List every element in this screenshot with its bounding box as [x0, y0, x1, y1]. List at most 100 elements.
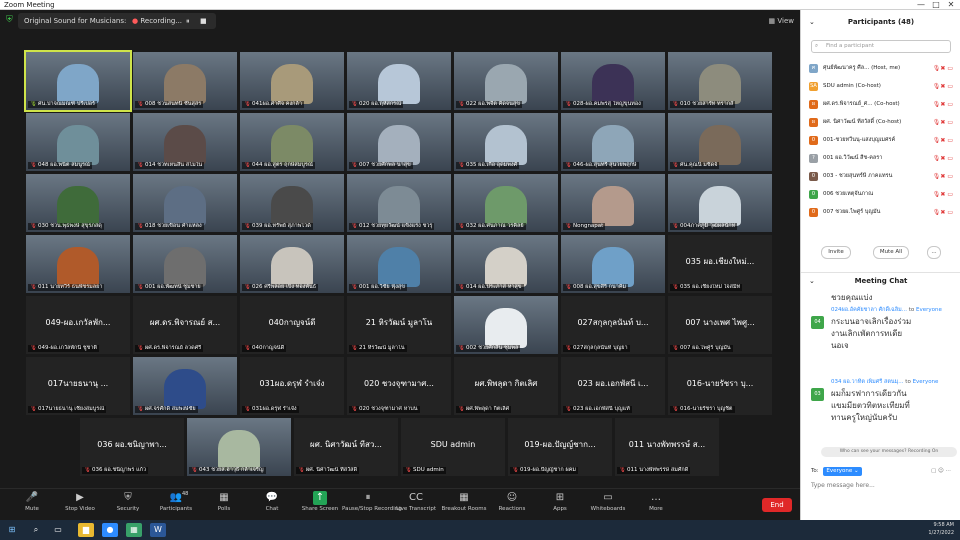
- participant-row[interactable]: 0 001-ชวยทวีนนุ-แสงบุญเมศรค์ 🎙✖ ▭: [809, 134, 953, 147]
- video-tile[interactable]: ผศ.ดร.พิจารณย์ ส... 🎙ผศ.ดร.พิจารณย์ ลวดศร…: [133, 296, 237, 354]
- video-tile[interactable]: 🎙002 ชวยศักสิน ชุมพล: [454, 296, 558, 354]
- video-tile[interactable]: 🎙018 ชวยเขื่อน คำแหลง: [133, 174, 237, 232]
- participant-row[interactable]: 0 003 - ชวยสุนทร์ษี ภาคแทรน 🎙✖ ▭: [809, 170, 953, 183]
- reactions-button[interactable]: ☺ Reactions: [486, 491, 538, 519]
- video-tile[interactable]: ผศ.พิพลุดา กิตเลิศ 🎙ผศ.พิพลุดา กิตเลิศ: [454, 357, 558, 415]
- video-tile[interactable]: 017นายธนานุ ... 🎙017นายธนานุ เชียงสมบูรณ์: [26, 357, 130, 415]
- video-tile[interactable]: 🎙028-ผอ.คมพรสุ ใหญ่ขุนทอง: [561, 52, 665, 110]
- system-clock[interactable]: 9:58 AM 1/27/2022: [928, 521, 954, 537]
- video-tile[interactable]: 🎙001 ผอ.พัฒทน์ ชูมชาย: [133, 235, 237, 293]
- video-tile[interactable]: 🎙008 ผอ.สุขสิริ กนาคิม: [561, 235, 665, 293]
- video-tile[interactable]: 🎙011 นายทวีร์ ธนพัชรมลยา: [26, 235, 130, 293]
- stop-video-button[interactable]: ▶ Stop Video: [54, 491, 106, 519]
- video-tile[interactable]: 027สกุลกุลนันท์ บ... 🎙027สกุลกุลนันท์ บุญ…: [561, 296, 665, 354]
- mute-button[interactable]: 🎤 Mute: [6, 491, 58, 519]
- video-tile[interactable]: 🎙039 ผอ.ทรัพย์ สุภาพไวด์: [240, 174, 344, 232]
- video-tile[interactable]: 🎙012 ชวยทุยวัฒน์ แข็งแรง ชวรุ: [347, 174, 451, 232]
- mic-and-video-off-icon[interactable]: 🎙✖ ▭: [933, 98, 953, 111]
- video-tile[interactable]: 035 ผอ.เชี่ยงใหม่... 🎙035 ผอ.เชี่ยงใหม่ ใ…: [668, 235, 772, 293]
- video-tile[interactable]: 🎙004ภาคภูมิ วุฒิผลนักท: [668, 174, 772, 232]
- pause-recording-icon[interactable]: ⏸: [186, 13, 190, 29]
- view-button[interactable]: ▦ View: [769, 14, 794, 28]
- video-tile[interactable]: 🎙Nongnapat: [561, 174, 665, 232]
- video-tile[interactable]: 011 นางพัทพรรษ์ ส... 🎙011 นางพัทพรรษ์ สมศ…: [615, 418, 719, 476]
- stop-recording-icon[interactable]: ■: [200, 13, 207, 29]
- mic-and-video-off-icon[interactable]: 🎙✖ ▭: [933, 152, 953, 165]
- close-button[interactable]: ✕: [944, 0, 958, 10]
- video-tile[interactable]: 040กาญจน์ดี 🎙040กาญจน์ดี: [240, 296, 344, 354]
- chat-message-input[interactable]: [811, 479, 951, 491]
- video-tile[interactable]: 🎙041ผอ.ศาศิจ คงกล้า: [240, 52, 344, 110]
- video-tile[interactable]: 🎙044 ผอ.สูตร ฤกษ์สมบูรณ์: [240, 113, 344, 171]
- video-tile[interactable]: 🎙ศน.คุณนิ มชิดจ์: [668, 113, 772, 171]
- app-icon[interactable]: ▦: [126, 523, 142, 537]
- mute-all-button[interactable]: Mute All: [873, 246, 909, 259]
- video-tile[interactable]: 🎙048 ผอ.พนิต สมนูรณ์: [26, 113, 130, 171]
- video-tile[interactable]: 007 นางเพศ ไพศู... 🎙007 ผอ.ไพศูร์ บุญมัน: [668, 296, 772, 354]
- shield-icon[interactable]: ⛨: [6, 15, 13, 25]
- share-screen-button[interactable]: ↑ Share Screen: [294, 491, 346, 519]
- video-tile[interactable]: 🎙026 ศรีพลอย เป็ง ทองพันธ์: [240, 235, 344, 293]
- breakout-rooms-button[interactable]: ▦ Breakout Rooms: [438, 491, 490, 519]
- chat-privacy-notice[interactable]: Who can see your messages? Recording On: [821, 447, 957, 457]
- participant-search-input[interactable]: ⌕ Find a participant: [811, 40, 951, 53]
- participant-row[interactable]: ศ ศุนย์พัฒนาครู ศีล... (Host, me) 🎙✖ ▭: [809, 62, 953, 75]
- recording-button[interactable]: ⏸ Pause/Stop Recording: [342, 491, 402, 519]
- video-tile[interactable]: 🎙ศน.ปาจณมณฑ์ ปรีเปอร์: [24, 50, 132, 112]
- chevron-down-icon[interactable]: ⌄: [809, 273, 815, 289]
- video-tile[interactable]: 🎙010 ชวยสารัท ทรากส์: [668, 52, 772, 110]
- participant-row[interactable]: SA SDU admin (Co-host) 🎙✖ ▭: [809, 80, 953, 93]
- apps-button[interactable]: ⊞ Apps: [534, 491, 586, 519]
- video-tile[interactable]: 🎙001 ผอ.วิชัย ฟุ้งสุข: [347, 235, 451, 293]
- file-explorer-icon[interactable]: ▆: [78, 523, 94, 537]
- mic-and-video-off-icon[interactable]: 🎙✖ ▭: [933, 188, 953, 201]
- end-meeting-button[interactable]: End: [762, 498, 792, 512]
- video-tile[interactable]: ผศ. นิศาวัฒน์ ทีสว... 🎙ผศ. นิศาวัฒน์ ทีสว…: [294, 418, 398, 476]
- more-options-button[interactable]: ...: [927, 246, 941, 259]
- video-tile[interactable]: 🎙046-ผอ.สุนทรี สุนวยพฤกษ์: [561, 113, 665, 171]
- chevron-down-icon[interactable]: ⌄: [809, 10, 815, 34]
- zoom-app-icon[interactable]: ●: [102, 523, 118, 537]
- video-tile[interactable]: 🎙ผศ.จรศักดิ์ สมพงษ์ชัย: [133, 357, 237, 415]
- security-button[interactable]: ⛨ Security: [102, 491, 154, 519]
- more-button[interactable]: … More: [630, 491, 682, 519]
- participant-row[interactable]: ผ ผศ. นิศาวัฒน์ ทีสวัสดิ์ (Co-host) 🎙✖ ▭: [809, 116, 953, 129]
- video-tile[interactable]: 031ผอ.ดรุฬ รำเจ๋ง 🎙031ผอ.ดรุฬ รำเจ๋ง: [240, 357, 344, 415]
- mic-and-video-off-icon[interactable]: 🎙✖ ▭: [933, 80, 953, 93]
- maximize-button[interactable]: □: [929, 0, 943, 10]
- chat-button[interactable]: 💬 Chat: [246, 491, 298, 519]
- start-icon[interactable]: ⊞: [4, 523, 20, 537]
- video-tile[interactable]: 036 ผอ.ชนิญาพา... 🎙036 ผอ.ชนิญาพร แก้ว: [80, 418, 184, 476]
- video-tile[interactable]: 🎙008 ชวนสนทนี ชันสุสร: [133, 52, 237, 110]
- video-tile[interactable]: 020 ชวงจุฑามาศ... 🎙020 ชวงจุฑามาศ หาบน: [347, 357, 451, 415]
- video-tile[interactable]: 016-นายรัชรา บุ... 🎙016-นายรัชรา บุญชิต: [668, 357, 772, 415]
- video-tile[interactable]: 🎙035 ผอ.เกื้อ อุดมพงศ์: [454, 113, 558, 171]
- video-tile[interactable]: 🎙022 ผอ.พจีต คิดจนสุข: [454, 52, 558, 110]
- participant-row[interactable]: ผ ผศ.ดร.พิจารณย์_ศ... (Co-host) 🎙✖ ▭: [809, 98, 953, 111]
- mic-and-video-off-icon[interactable]: 🎙✖ ▭: [933, 116, 953, 129]
- participants-button[interactable]: 👥 Participants 48: [150, 491, 202, 519]
- invite-button[interactable]: Invite: [821, 246, 851, 259]
- video-tile[interactable]: 21 หิรวัฒน์ มูลาโน 🎙21 หิรวัฒน์ มูลาโน: [347, 296, 451, 354]
- recipient-select[interactable]: Everyone ⌄: [823, 467, 862, 476]
- video-tile[interactable]: 🎙030 ชวน.พุธพงษ์ สุขุรภสดุ: [26, 174, 130, 232]
- video-tile[interactable]: 🎙014 ผอ.ประภาส หาสุข: [454, 235, 558, 293]
- file-and-emoji-icons[interactable]: ▢ ☺ ⋯: [931, 465, 951, 477]
- participant-row[interactable]: 0 007 ชวยผ.ไพศูร์ บุญมัน 🎙✖ ▭: [809, 206, 953, 219]
- task-view-icon[interactable]: ▭: [50, 523, 66, 537]
- video-tile[interactable]: 🎙007 ชวยศักพล นาสุข: [347, 113, 451, 171]
- participant-row[interactable]: 0 006 ชวยเหตุจันภาณ 🎙✖ ▭: [809, 188, 953, 201]
- minimize-button[interactable]: —: [914, 0, 928, 10]
- video-tile[interactable]: 🎙032 ผอ.ศนภาณ วรคิลย์: [454, 174, 558, 232]
- polls-button[interactable]: ▦ Polls: [198, 491, 250, 519]
- search-icon[interactable]: ⌕: [28, 523, 44, 537]
- mic-and-video-off-icon[interactable]: 🎙✖ ▭: [933, 170, 953, 183]
- video-tile[interactable]: 🎙020 ผอ.ฤหัสกรณ์: [347, 52, 451, 110]
- whiteboards-button[interactable]: ▭ Whiteboards: [582, 491, 634, 519]
- word-icon[interactable]: W: [150, 523, 166, 537]
- video-tile[interactable]: 019-ผอ.ปัญญ์ชาก... 🎙019-ผอ.ปัญญ์ชาก ผคม: [508, 418, 612, 476]
- mic-and-video-off-icon[interactable]: 🎙✖ ▭: [933, 206, 953, 219]
- video-tile[interactable]: 🎙014 ชวทเหนสิน สโมใน: [133, 113, 237, 171]
- video-tile[interactable]: 023 ผอ.เอกพัสนี เ... 🎙023 ผอ.เอกพัสนี บุญ…: [561, 357, 665, 415]
- video-tile[interactable]: 🎙043 ชวยส.ฮาวุธิ กล้าเจริญ: [187, 418, 291, 476]
